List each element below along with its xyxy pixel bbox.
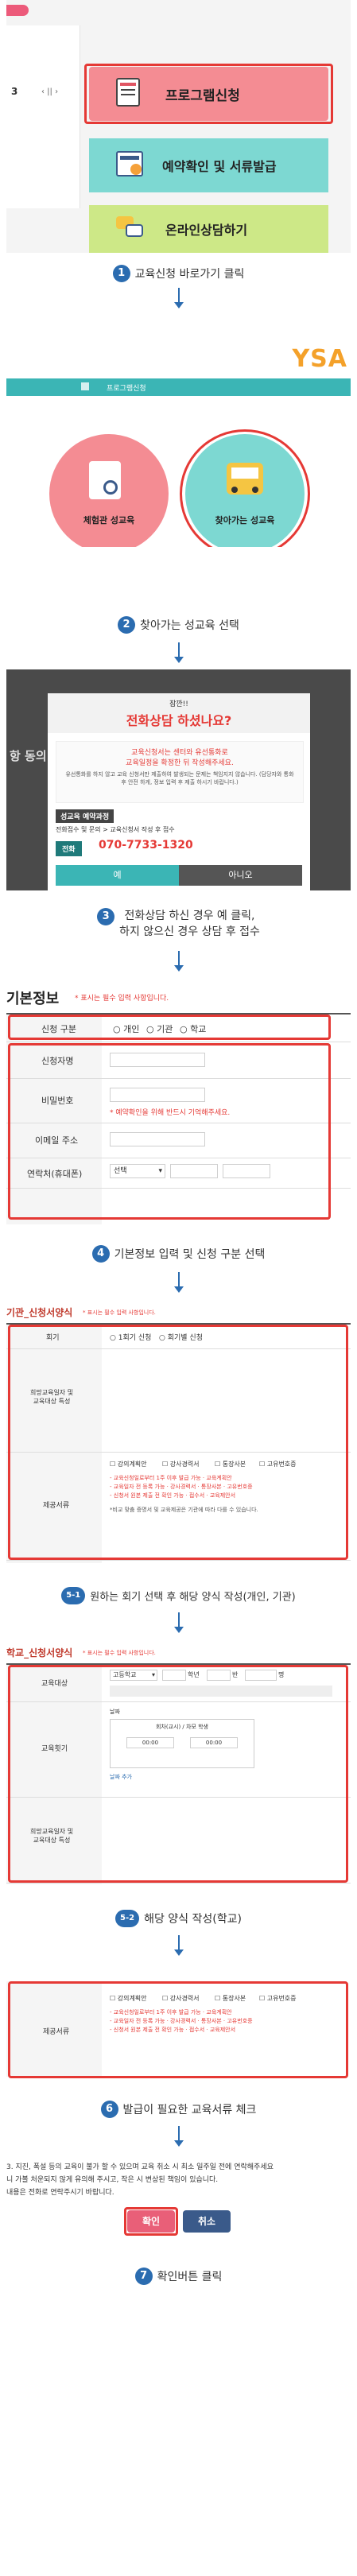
step-5-1-caption: 5-1 원하는 회기 선택 후 해당 양식 작성(개인, 기관)	[0, 1587, 357, 1604]
required-note: * 표시는 필수 입력 사항입니다.	[83, 1650, 156, 1656]
card-experience-center[interactable]: 체험관 성교육	[49, 434, 169, 547]
top-tab[interactable]	[6, 5, 29, 16]
step-number: 6	[100, 2101, 118, 2118]
highlight-box	[8, 1043, 331, 1220]
menu-label: 온라인상담하기	[165, 223, 248, 238]
panel-step2: 프로그램신청 YSA 체험관 성교육 찾아가는 성교육	[6, 316, 351, 547]
step-text: 확인버튼 클릭	[157, 2271, 223, 2283]
home-icon[interactable]	[81, 382, 89, 390]
step-number: 7	[134, 2268, 153, 2285]
step-number: 3	[97, 908, 115, 925]
step-4-caption: 4 기본정보 입력 및 신청 구분 선택	[0, 1245, 357, 1263]
no-button[interactable]: 아니오	[179, 865, 302, 886]
required-note: * 표시는 필수 입력 사항입니다.	[75, 995, 169, 1003]
page-number: 3	[11, 86, 18, 97]
step-text: 해당 양식 작성(학교)	[144, 1913, 242, 1926]
panel-step4: 기본정보 * 표시는 필수 입력 사항입니다. 신청 구분 ○ 개인 ○ 기관 …	[6, 980, 351, 1228]
notice-line-2: 니 가볼 처운되지 않게 유의해 주시고, 작은 시 변상된 책임이 있습니다.	[6, 2176, 219, 2184]
left-content-area: 3 ‹ || ›	[6, 25, 80, 208]
background-text: 항 동의	[10, 749, 47, 763]
section-title: 기본정보	[6, 991, 60, 1007]
notice-primary: 교육신청서는 센터와 유선통화로 교육일정을 확정한 뒤 작성해주세요.	[126, 749, 234, 767]
required-note: * 표시는 필수 입력 사항입니다.	[83, 1309, 156, 1316]
step-text: 찾아가는 성교육 선택	[140, 619, 239, 632]
notice-line-1: 3. 지진, 폭설 등의 교육이 불가 할 수 있으며 교육 취소 시 최소 일…	[6, 2163, 274, 2171]
cancel-label: 취소	[197, 2216, 216, 2227]
step-number: 2	[118, 616, 136, 634]
phone-number: 070-7733-1320	[99, 839, 193, 852]
card-label: 체험관 성교육	[83, 515, 135, 526]
highlight-box	[84, 64, 333, 124]
search-document-icon	[89, 461, 121, 499]
step-number: 1	[112, 265, 130, 282]
menu-reservation-docs[interactable]: 예약확인 및 서류발급	[89, 138, 328, 192]
section-label: 성교육 예약과정	[56, 809, 114, 823]
step-2-caption: 2 찾아가는 성교육 선택	[0, 616, 357, 634]
modal-title: 전화상담 하셨나요?	[126, 713, 232, 728]
panel-step6: 제공서류 ☐ 강의계획안 ☐ 강사경력서 ☐ 통장사본 ☐ 고유번호증 - 교육…	[6, 1965, 351, 2088]
panel-step3: 항 동의 잠깐!! 전화상담 하셨나요? 교육신청서는 센터와 유선통화로 교육…	[6, 669, 351, 890]
menu-online-counsel[interactable]: 온라인상담하기	[89, 205, 328, 253]
modal-header: 잠깐!! 전화상담 하셨나요?	[48, 693, 310, 733]
yes-button[interactable]: 예	[56, 865, 179, 886]
section-title: 기관_신청서양식	[6, 1307, 73, 1318]
nav-bar: 프로그램신청	[6, 378, 351, 396]
panel-step7: 3. 지진, 폭설 등의 교육이 불가 할 수 있으며 교육 취소 시 최소 일…	[6, 2155, 351, 2252]
step-3-caption: 3 전화상담 하신 경우 예 클릭, 하지 않으신 경우 상담 후 접수	[0, 908, 357, 940]
step-number: 5-2	[115, 1910, 140, 1927]
panel-step5-1: 기관_신청서양식 * 표시는 필수 입력 사항입니다. 회기 ○ 1회기 신청 …	[6, 1299, 351, 1566]
step-text: 원하는 회기 선택 후 해당 양식 작성(개인, 기관)	[90, 1591, 296, 1604]
notice-secondary: 유선통화를 하지 않고 교육 신청서만 제출하여 발생되는 문제는 책임지지 않…	[65, 771, 294, 786]
highlight-box	[180, 429, 310, 547]
phone-label: 전화	[56, 841, 82, 856]
notice-box: 교육신청서는 센터와 유선통화로 교육일정을 확정한 뒤 작성해주세요. 유선통…	[56, 741, 304, 803]
calendar-check-icon	[116, 151, 143, 177]
highlight-box	[8, 1014, 331, 1040]
chat-icon	[116, 216, 143, 239]
section-text: 전화접수 및 문의 > 교육신청서 작성 후 접수	[56, 826, 175, 833]
step-text: 전화상담 하신 경우 예 클릭, 하지 않으신 경우 상담 후 접수	[119, 910, 260, 938]
section-title: 학교_신청서양식	[6, 1647, 73, 1658]
confirm-modal: 잠깐!! 전화상담 하셨나요? 교육신청서는 센터와 유선통화로 교육일정을 확…	[48, 693, 310, 890]
step-6-caption: 6 발급이 필요한 교육서류 체크	[0, 2101, 357, 2118]
step-7-caption: 7 확인버튼 클릭	[0, 2268, 357, 2285]
step-1-caption: 1 교육신청 바로가기 클릭	[0, 265, 357, 282]
highlight-box	[8, 1665, 348, 1883]
step-number: 5-1	[61, 1587, 86, 1604]
step-text: 기본정보 입력 및 신청 구분 선택	[114, 1248, 266, 1261]
nav-label[interactable]: 프로그램신청	[107, 382, 146, 393]
pager-controls[interactable]: ‹ || ›	[41, 87, 58, 96]
menu-label: 예약확인 및 서류발급	[162, 159, 277, 174]
no-label: 아니오	[228, 870, 253, 880]
step-text: 발급이 필요한 교육서류 체크	[122, 2104, 257, 2116]
step-5-2-caption: 5-2 해당 양식 작성(학교)	[0, 1910, 357, 1927]
highlight-box	[8, 1325, 348, 1560]
panel-step5-2: 학교_신청서양식 * 표시는 필수 입력 사항입니다. 교육대상 고등학교 ▾ 학…	[6, 1639, 351, 1887]
logo: YSA	[292, 345, 347, 373]
step-number: 4	[91, 1245, 110, 1263]
step-text: 교육신청 바로가기 클릭	[134, 268, 245, 281]
yes-label: 예	[113, 870, 122, 880]
modal-title-small: 잠깐!!	[169, 700, 188, 708]
panel-step1: 3 ‹ || › 프로그램신청 예약확인 및 서류발급 온라인상담하기	[6, 0, 351, 253]
notice-line-3: 내용은 전화로 연락주시기 바랍니다.	[6, 2189, 114, 2197]
highlight-box	[8, 1981, 348, 2078]
cancel-button[interactable]: 취소	[183, 2210, 231, 2233]
highlight-box	[124, 2207, 178, 2236]
